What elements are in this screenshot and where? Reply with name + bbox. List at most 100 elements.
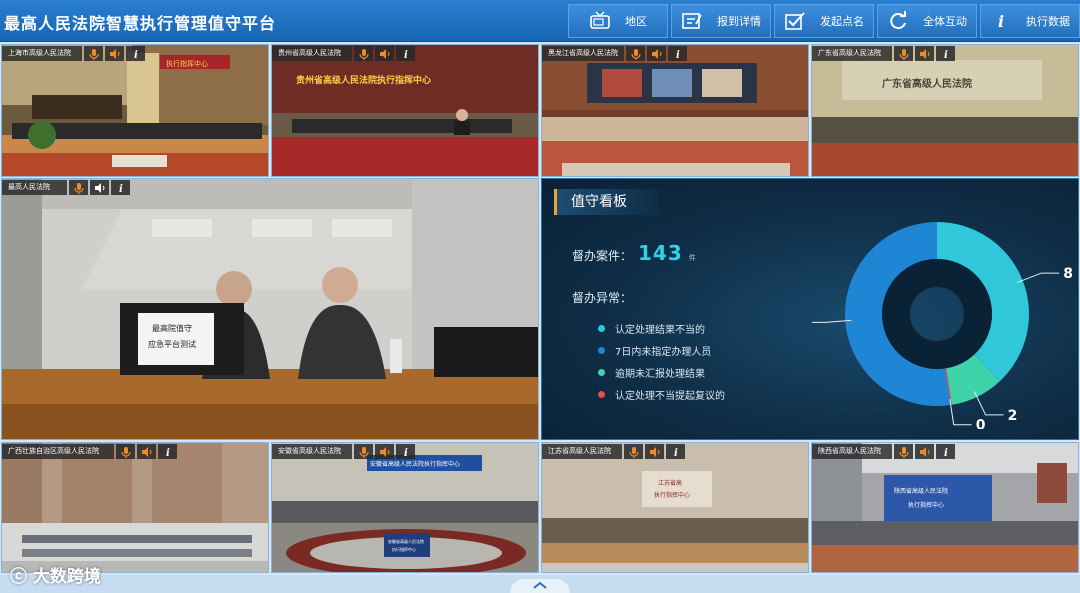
tile-label: 广东省高级人民法院 — [812, 46, 892, 61]
toolbar: 地区 报到详情 发起点名 全体互动 i 执行数据 — [568, 4, 1080, 38]
info-button[interactable]: i — [396, 46, 415, 61]
video-tile-shaanxi[interactable]: 陕西省高级人民法院 执行指挥中心 陕西省高级人民法院 i — [811, 442, 1079, 573]
speaker-button[interactable] — [105, 46, 124, 61]
tile-label: 黑龙江省高级人民法院 — [542, 46, 624, 61]
mic-icon — [120, 446, 131, 458]
tile-label-bar: 陕西省高级人民法院 i — [812, 443, 955, 460]
mic-button[interactable] — [84, 46, 103, 61]
video-tile-supreme-court[interactable]: 最高院值守 应急平台测试 最高人民法院 i — [1, 178, 539, 440]
mic-icon — [73, 182, 84, 194]
legend-dot — [598, 390, 605, 398]
checkin-details-button[interactable]: 报到详情 — [671, 4, 771, 38]
info-button[interactable]: i — [396, 444, 415, 459]
legend-item: 7日内未指定办理人员 — [598, 339, 725, 361]
checkin-details-label: 报到详情 — [717, 15, 761, 28]
video-tile-guangxi[interactable]: 广西壮族自治区高级人民法院 i — [1, 442, 269, 573]
info-button[interactable]: i — [666, 444, 685, 459]
dashboard-title: 值守看板 — [554, 189, 659, 215]
speaker-button[interactable] — [647, 46, 666, 61]
mic-button[interactable] — [894, 46, 913, 61]
chevron-up-icon — [533, 581, 547, 589]
video-tile-shanghai[interactable]: 执行指挥中心 上海市高级人民法院 i — [1, 44, 269, 177]
info-button[interactable]: i — [936, 46, 955, 61]
legend-item: 认定处理不当提起复议的 — [598, 383, 725, 405]
speaker-icon — [109, 48, 119, 59]
info-button[interactable]: i — [126, 46, 145, 61]
speaker-button[interactable] — [90, 180, 109, 195]
speaker-button[interactable] — [915, 444, 934, 459]
info-button[interactable]: i — [668, 46, 687, 61]
mic-button[interactable] — [354, 444, 373, 459]
info-icon: i — [166, 448, 170, 458]
donut-value-label: 0 — [976, 418, 986, 429]
svg-text:i: i — [134, 50, 138, 60]
tile-label: 安徽省高级人民法院 — [272, 444, 352, 459]
execution-data-button[interactable]: i 执行数据 — [980, 4, 1080, 38]
donut-value-label: 8 — [1063, 266, 1072, 282]
donut-leader-line — [1016, 272, 1060, 284]
tile-label: 陕西省高级人民法院 — [812, 444, 892, 459]
legend-dot — [598, 324, 605, 332]
info-button[interactable]: i — [936, 444, 955, 459]
info-button[interactable]: i — [158, 444, 177, 459]
svg-text:i: i — [944, 50, 948, 60]
duty-dashboard-panel: 值守看板 督办案件： 143 件 督办异常： 认定处理结果不当的 7日内未指定办理人… — [541, 178, 1079, 440]
speaker-icon — [651, 48, 661, 59]
video-tile-anhui[interactable]: 安徽省高级人民法院执行指挥中心 安徽省高级人民法院 执行指挥中心 安徽省高级人民… — [271, 442, 539, 573]
expand-panel-button[interactable] — [510, 579, 570, 593]
mic-button[interactable] — [116, 444, 135, 459]
tile-sign-text: 执行指挥中心 — [166, 59, 208, 68]
all-interact-button[interactable]: 全体互动 — [877, 4, 977, 38]
tile-sign-line1: 江苏省高 — [658, 479, 682, 487]
supervise-count: 143 — [638, 241, 683, 265]
region-button[interactable]: 地区 — [568, 4, 668, 38]
anomaly-donut-chart: 82011 — [812, 222, 1072, 429]
supervise-unit: 件 — [688, 254, 696, 262]
mic-button[interactable] — [69, 180, 88, 195]
tile-label-bar: 贵州省高级人民法院 i — [272, 45, 415, 62]
mic-button[interactable] — [354, 46, 373, 61]
speaker-button[interactable] — [915, 46, 934, 61]
edit-icon — [682, 13, 702, 29]
region-button-label: 地区 — [625, 15, 647, 28]
svg-text:i: i — [404, 448, 408, 458]
legend-dot — [598, 368, 605, 376]
tile-sign-text: 安徽省高级人民法院执行指挥中心 — [370, 460, 460, 468]
mic-icon — [358, 446, 369, 458]
speaker-button[interactable] — [375, 444, 394, 459]
legend-item: 认定处理结果不当的 — [598, 317, 725, 339]
speaker-button[interactable] — [645, 444, 664, 459]
mic-icon — [358, 48, 369, 60]
mic-button[interactable] — [626, 46, 645, 61]
legend-label: 认定处理结果不当的 — [615, 324, 705, 336]
donut-inner-ring — [882, 259, 992, 369]
checkbox-icon — [785, 12, 805, 30]
speaker-icon — [379, 446, 389, 457]
mic-button[interactable] — [894, 444, 913, 459]
info-icon: i — [134, 50, 138, 60]
tile-sign-text: 贵州省高级人民法院执行指挥中心 — [296, 74, 431, 85]
chart-legend: 认定处理结果不当的 7日内未指定办理人员 逾期未汇报处理结果 认定处理不当提起复… — [598, 317, 725, 405]
speaker-button[interactable] — [375, 46, 394, 61]
tile-label-bar: 江苏省高级人民法院 i — [542, 443, 685, 460]
mic-button[interactable] — [624, 444, 643, 459]
video-tile-heilongjiang[interactable]: 黑龙江省高级人民法院 i — [541, 44, 809, 177]
legend-dot — [598, 346, 605, 354]
tile-label: 江苏省高级人民法院 — [542, 444, 622, 459]
roll-call-button[interactable]: 发起点名 — [774, 4, 874, 38]
svg-text:i: i — [674, 448, 678, 458]
tile-sign2-line2: 执行指挥中心 — [392, 546, 416, 552]
info-button[interactable]: i — [111, 180, 130, 195]
tile-sign-line2: 应急平台测试 — [148, 339, 196, 349]
speaker-button[interactable] — [137, 444, 156, 459]
execution-data-label: 执行数据 — [1026, 15, 1070, 28]
video-tile-guizhou[interactable]: 贵州省高级人民法院执行指挥中心 贵州省高级人民法院 i — [271, 44, 539, 177]
mic-icon — [630, 48, 641, 60]
legend-label: 逾期未汇报处理结果 — [615, 368, 705, 380]
svg-text:i: i — [119, 184, 123, 194]
speaker-icon — [919, 48, 929, 59]
tile-label-bar: 广西壮族自治区高级人民法院 i — [2, 443, 177, 460]
video-tile-jiangsu[interactable]: 江苏省高 执行指挥中心 江苏省高级人民法院 i — [541, 442, 809, 573]
video-tile-guangdong[interactable]: 广东省高级人民法院 广东省高级人民法院 i — [811, 44, 1079, 177]
video-feed: 执行指挥中心 — [2, 45, 268, 176]
